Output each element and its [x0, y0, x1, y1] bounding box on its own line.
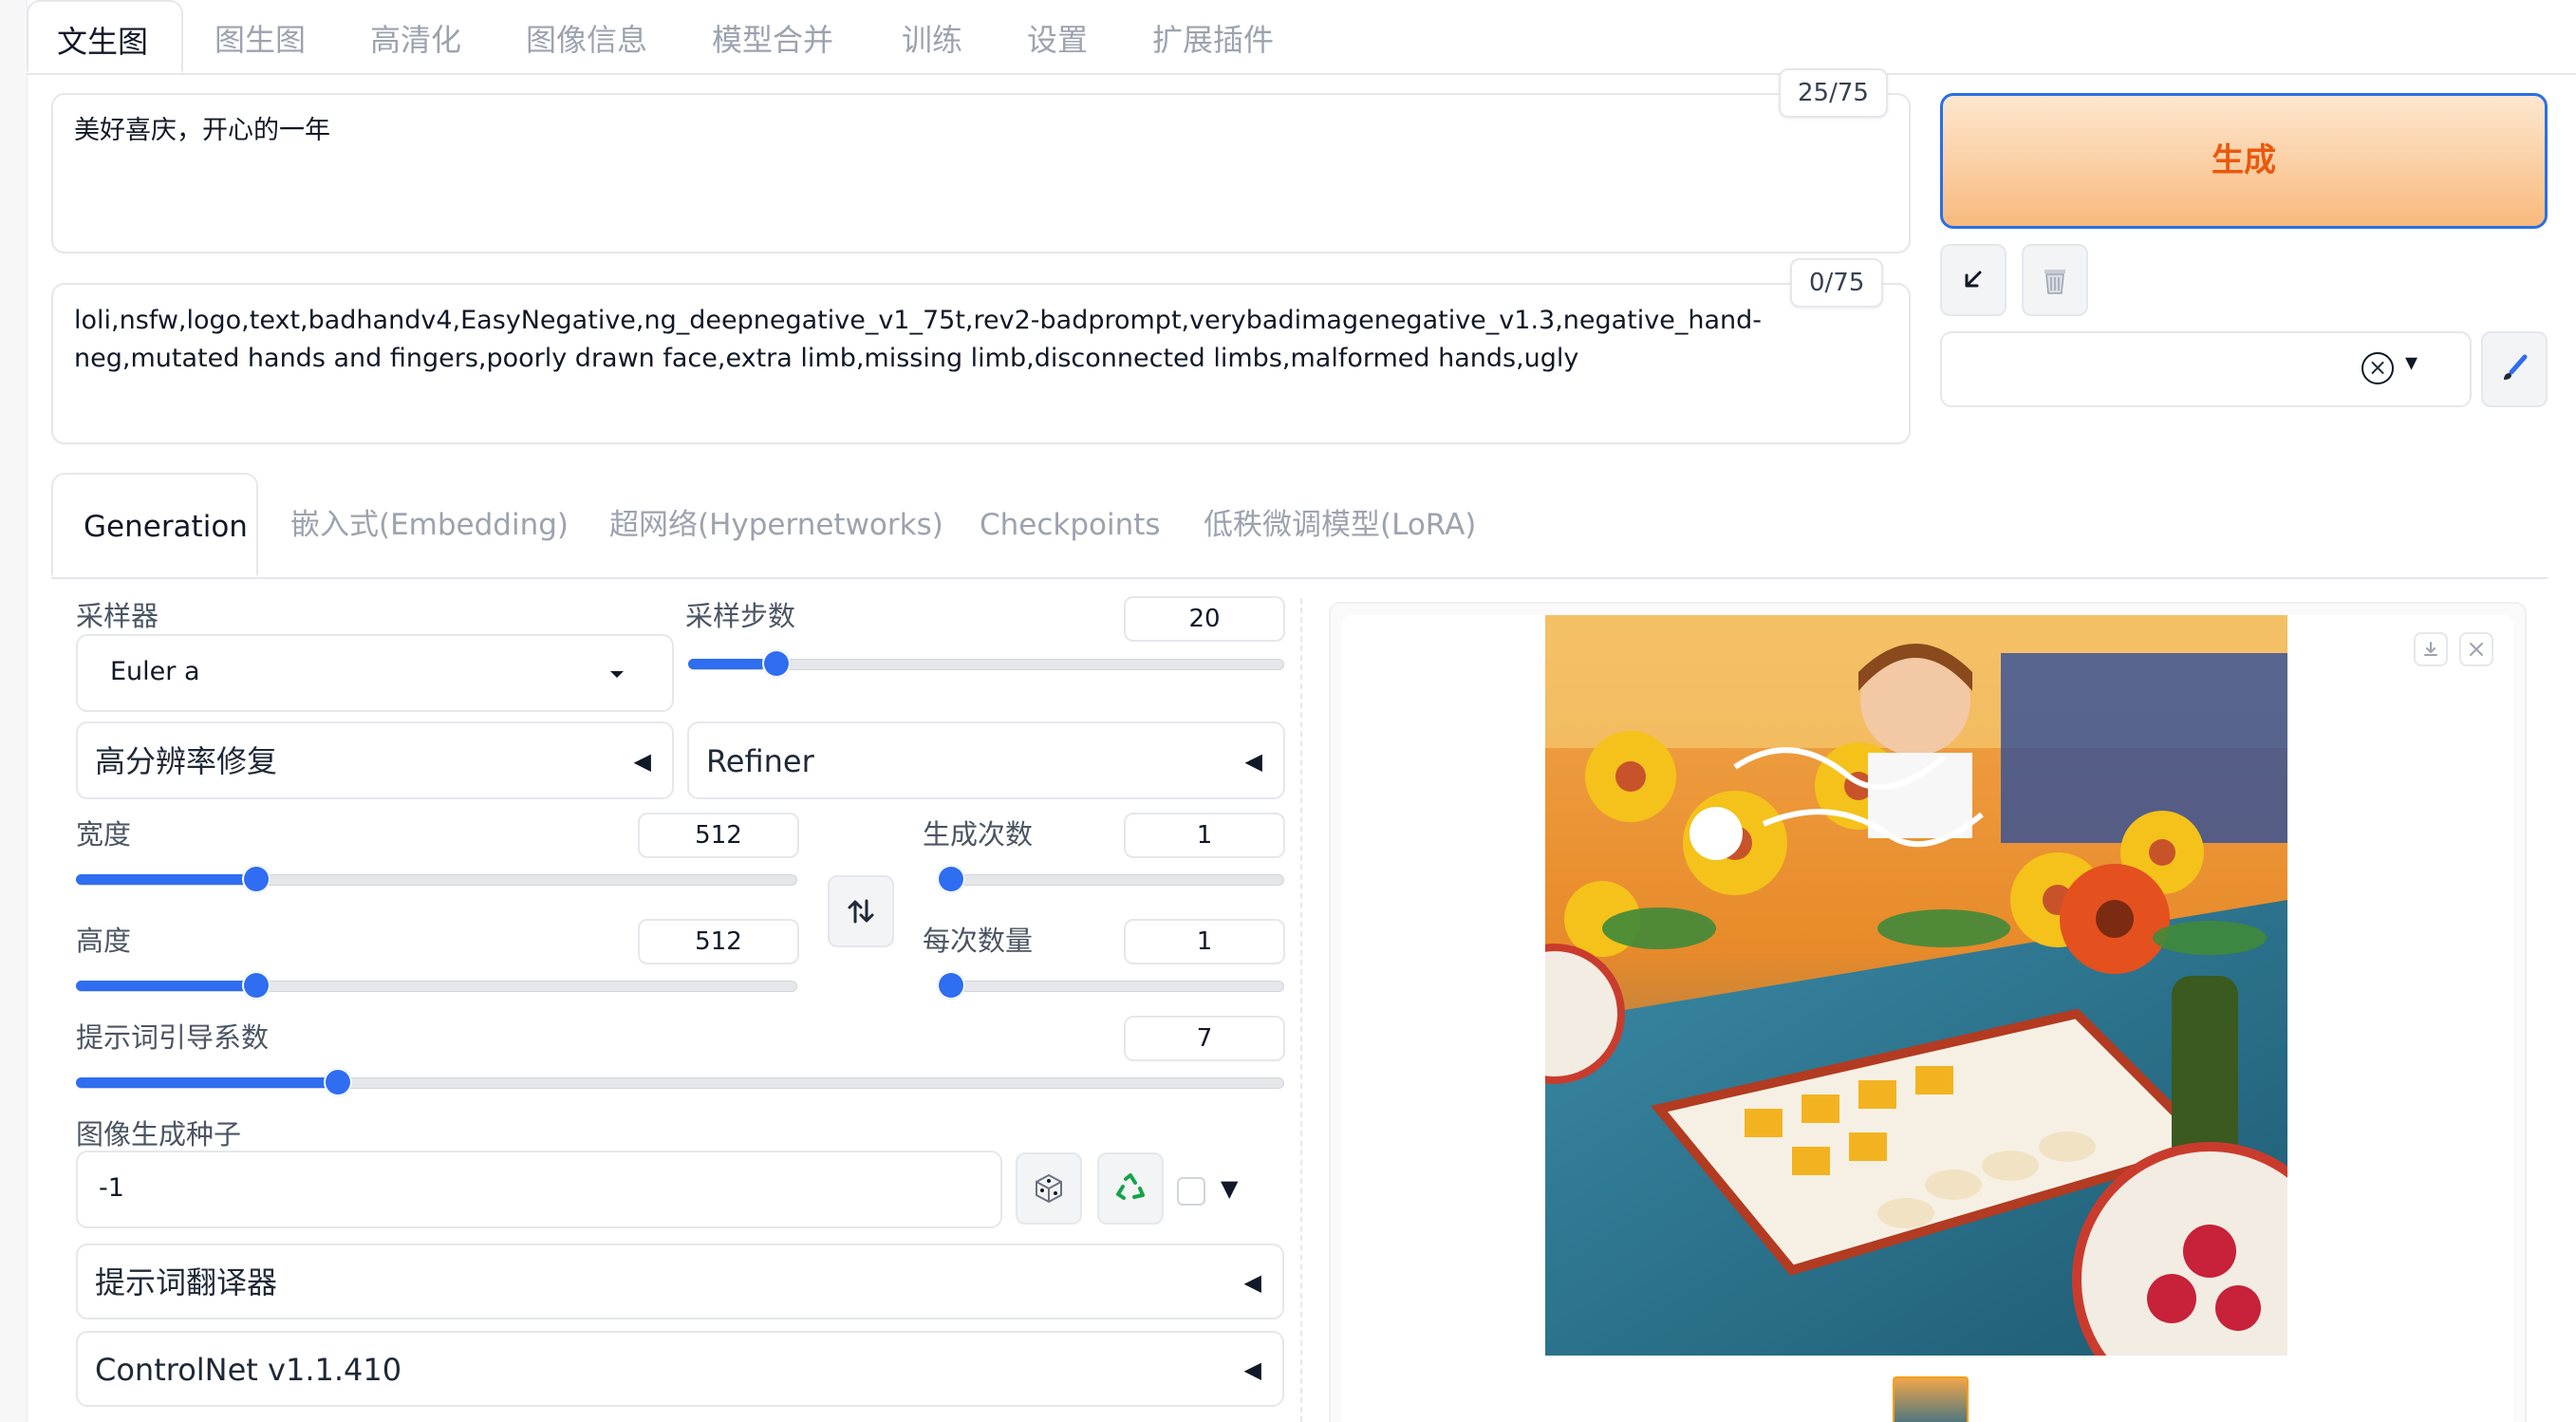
collapse-arrow-icon: ◀	[1244, 748, 1262, 775]
read-params-button[interactable]	[1940, 244, 2007, 316]
hires-fix-accordion[interactable]: 高分辨率修复 ◀	[76, 721, 674, 799]
swap-arrows-icon	[848, 899, 874, 924]
controlnet-label: ControlNet v1.1.410	[95, 1352, 402, 1388]
prompt-text[interactable]: 美好喜庆，开心的一年	[74, 112, 1823, 150]
generated-image[interactable]	[1545, 615, 2287, 1356]
slider-fill	[76, 874, 250, 885]
swap-dimensions-button[interactable]	[828, 875, 894, 947]
width-label: 宽度	[76, 818, 132, 851]
batch-size-slider[interactable]	[937, 970, 1284, 1002]
output-gallery-panel	[1329, 602, 2527, 1422]
width-input[interactable]: 512	[638, 813, 799, 858]
height-slider[interactable]	[76, 970, 797, 1002]
chevron-down-icon: ▾	[2405, 348, 2418, 377]
collapse-arrow-icon: ◀	[1243, 1357, 1261, 1383]
tab-checkpoint-merger[interactable]: 模型合并	[712, 0, 833, 73]
random-seed-button[interactable]	[1016, 1152, 1082, 1225]
output-gallery	[1342, 615, 2513, 1422]
slider-fill	[76, 1077, 330, 1088]
slider-track	[937, 874, 1284, 886]
height-input[interactable]: 512	[638, 919, 799, 964]
reuse-seed-button[interactable]	[1097, 1152, 1164, 1225]
column-divider	[1300, 598, 1302, 1422]
batch-count-input[interactable]: 1	[1124, 813, 1285, 858]
extra-seed-checkbox[interactable]	[1177, 1177, 1205, 1206]
generation-tab-bar: Generation 嵌入式(Embedding) 超网络(Hypernetwo…	[51, 473, 2548, 579]
tab-embedding[interactable]: 嵌入式(Embedding)	[290, 473, 569, 577]
edit-styles-button[interactable]	[2481, 331, 2548, 407]
slider-thumb[interactable]	[242, 865, 271, 893]
main-tab-bar: 文生图 图生图 高清化 图像信息 模型合并 训练 设置 扩展插件	[27, 0, 2576, 75]
prompt-translator-label: 提示词翻译器	[95, 1264, 278, 1300]
tab-hypernetworks[interactable]: 超网络(Hypernetworks)	[609, 473, 943, 577]
arrow-down-left-icon	[1965, 271, 1982, 288]
width-slider[interactable]	[76, 864, 797, 896]
paintbrush-icon	[2504, 354, 2528, 380]
negative-prompt-input[interactable]: loli,nsfw,logo,text,badhandv4,EasyNegati…	[51, 283, 1911, 444]
download-icon	[2424, 642, 2437, 656]
sampler-dropdown[interactable]: Euler a	[76, 634, 674, 712]
sampler-value: Euler a	[110, 657, 200, 686]
expand-triangle-icon[interactable]: ▼	[1221, 1175, 1238, 1202]
refiner-label: Refiner	[706, 743, 814, 779]
chevron-down-icon	[610, 671, 624, 678]
dice-icon	[1036, 1173, 1062, 1204]
tab-txt2img[interactable]: 文生图	[27, 0, 183, 73]
left-gutter	[0, 0, 28, 1422]
styles-dropdown[interactable]: × ▾	[1940, 331, 2472, 407]
tab-img2img[interactable]: 图生图	[215, 0, 306, 73]
slider-thumb[interactable]	[324, 1068, 353, 1096]
slider-thumb[interactable]	[937, 865, 965, 893]
slider-thumb[interactable]	[761, 649, 791, 678]
steps-input[interactable]: 20	[1124, 596, 1285, 642]
steps-label: 采样步数	[685, 600, 796, 632]
hires-fix-label: 高分辨率修复	[95, 743, 278, 779]
collapse-arrow-icon: ◀	[633, 748, 651, 775]
controlnet-accordion[interactable]: ControlNet v1.1.410 ◀	[76, 1331, 1284, 1407]
prompt-token-counter: 25/75	[1779, 68, 1888, 118]
seed-input[interactable]: -1	[76, 1151, 1002, 1228]
tab-lora[interactable]: 低秩微调模型(LoRA)	[1204, 473, 1476, 577]
recycle-icon	[1116, 1173, 1145, 1200]
close-gallery-button[interactable]	[2459, 632, 2493, 666]
height-label: 高度	[76, 925, 132, 957]
batch-size-input[interactable]: 1	[1124, 919, 1285, 964]
steps-slider[interactable]	[688, 648, 1284, 681]
trash-icon	[2044, 270, 2065, 294]
slider-thumb[interactable]	[242, 971, 271, 1000]
tab-extras[interactable]: 高清化	[370, 0, 461, 73]
slider-thumb[interactable]	[937, 971, 965, 1000]
batch-count-label: 生成次数	[923, 818, 1034, 851]
tab-settings[interactable]: 设置	[1027, 0, 1088, 73]
slider-fill	[76, 981, 250, 991]
tab-png-info[interactable]: 图像信息	[526, 0, 647, 73]
negative-prompt-text[interactable]: loli,nsfw,logo,text,badhandv4,EasyNegati…	[74, 302, 1823, 378]
sampler-label: 采样器	[76, 600, 159, 632]
generate-button[interactable]: 生成	[1940, 93, 2548, 229]
prompt-input[interactable]: 美好喜庆，开心的一年	[51, 93, 1911, 253]
seed-value[interactable]: -1	[99, 1173, 124, 1203]
slider-fill	[688, 659, 766, 669]
negative-prompt-token-counter: 0/75	[1790, 258, 1884, 308]
slider-track	[937, 981, 1284, 992]
tab-checkpoints[interactable]: Checkpoints	[980, 473, 1161, 577]
thumbnail[interactable]	[1893, 1376, 1969, 1422]
tab-extensions[interactable]: 扩展插件	[1152, 0, 1274, 73]
close-icon	[2470, 643, 2483, 656]
webui-window: 文生图 图生图 高清化 图像信息 模型合并 训练 设置 扩展插件 美好喜庆，开心…	[0, 0, 2576, 1422]
batch-count-slider[interactable]	[937, 864, 1284, 896]
tab-train[interactable]: 训练	[902, 0, 962, 73]
prompt-translator-accordion[interactable]: 提示词翻译器 ◀	[76, 1244, 1284, 1319]
clear-icon[interactable]: ×	[2361, 352, 2394, 384]
refiner-accordion[interactable]: Refiner ◀	[687, 721, 1285, 799]
cfg-scale-slider[interactable]	[76, 1067, 1284, 1099]
cfg-scale-input[interactable]: 7	[1124, 1016, 1285, 1061]
download-button[interactable]	[2414, 632, 2448, 666]
seed-label: 图像生成种子	[76, 1118, 242, 1151]
clear-prompt-button[interactable]	[2022, 244, 2088, 316]
batch-size-label: 每次数量	[923, 925, 1034, 957]
cfg-scale-label: 提示词引导系数	[76, 1021, 270, 1054]
collapse-arrow-icon: ◀	[1243, 1269, 1261, 1296]
tab-generation[interactable]: Generation	[51, 473, 258, 577]
